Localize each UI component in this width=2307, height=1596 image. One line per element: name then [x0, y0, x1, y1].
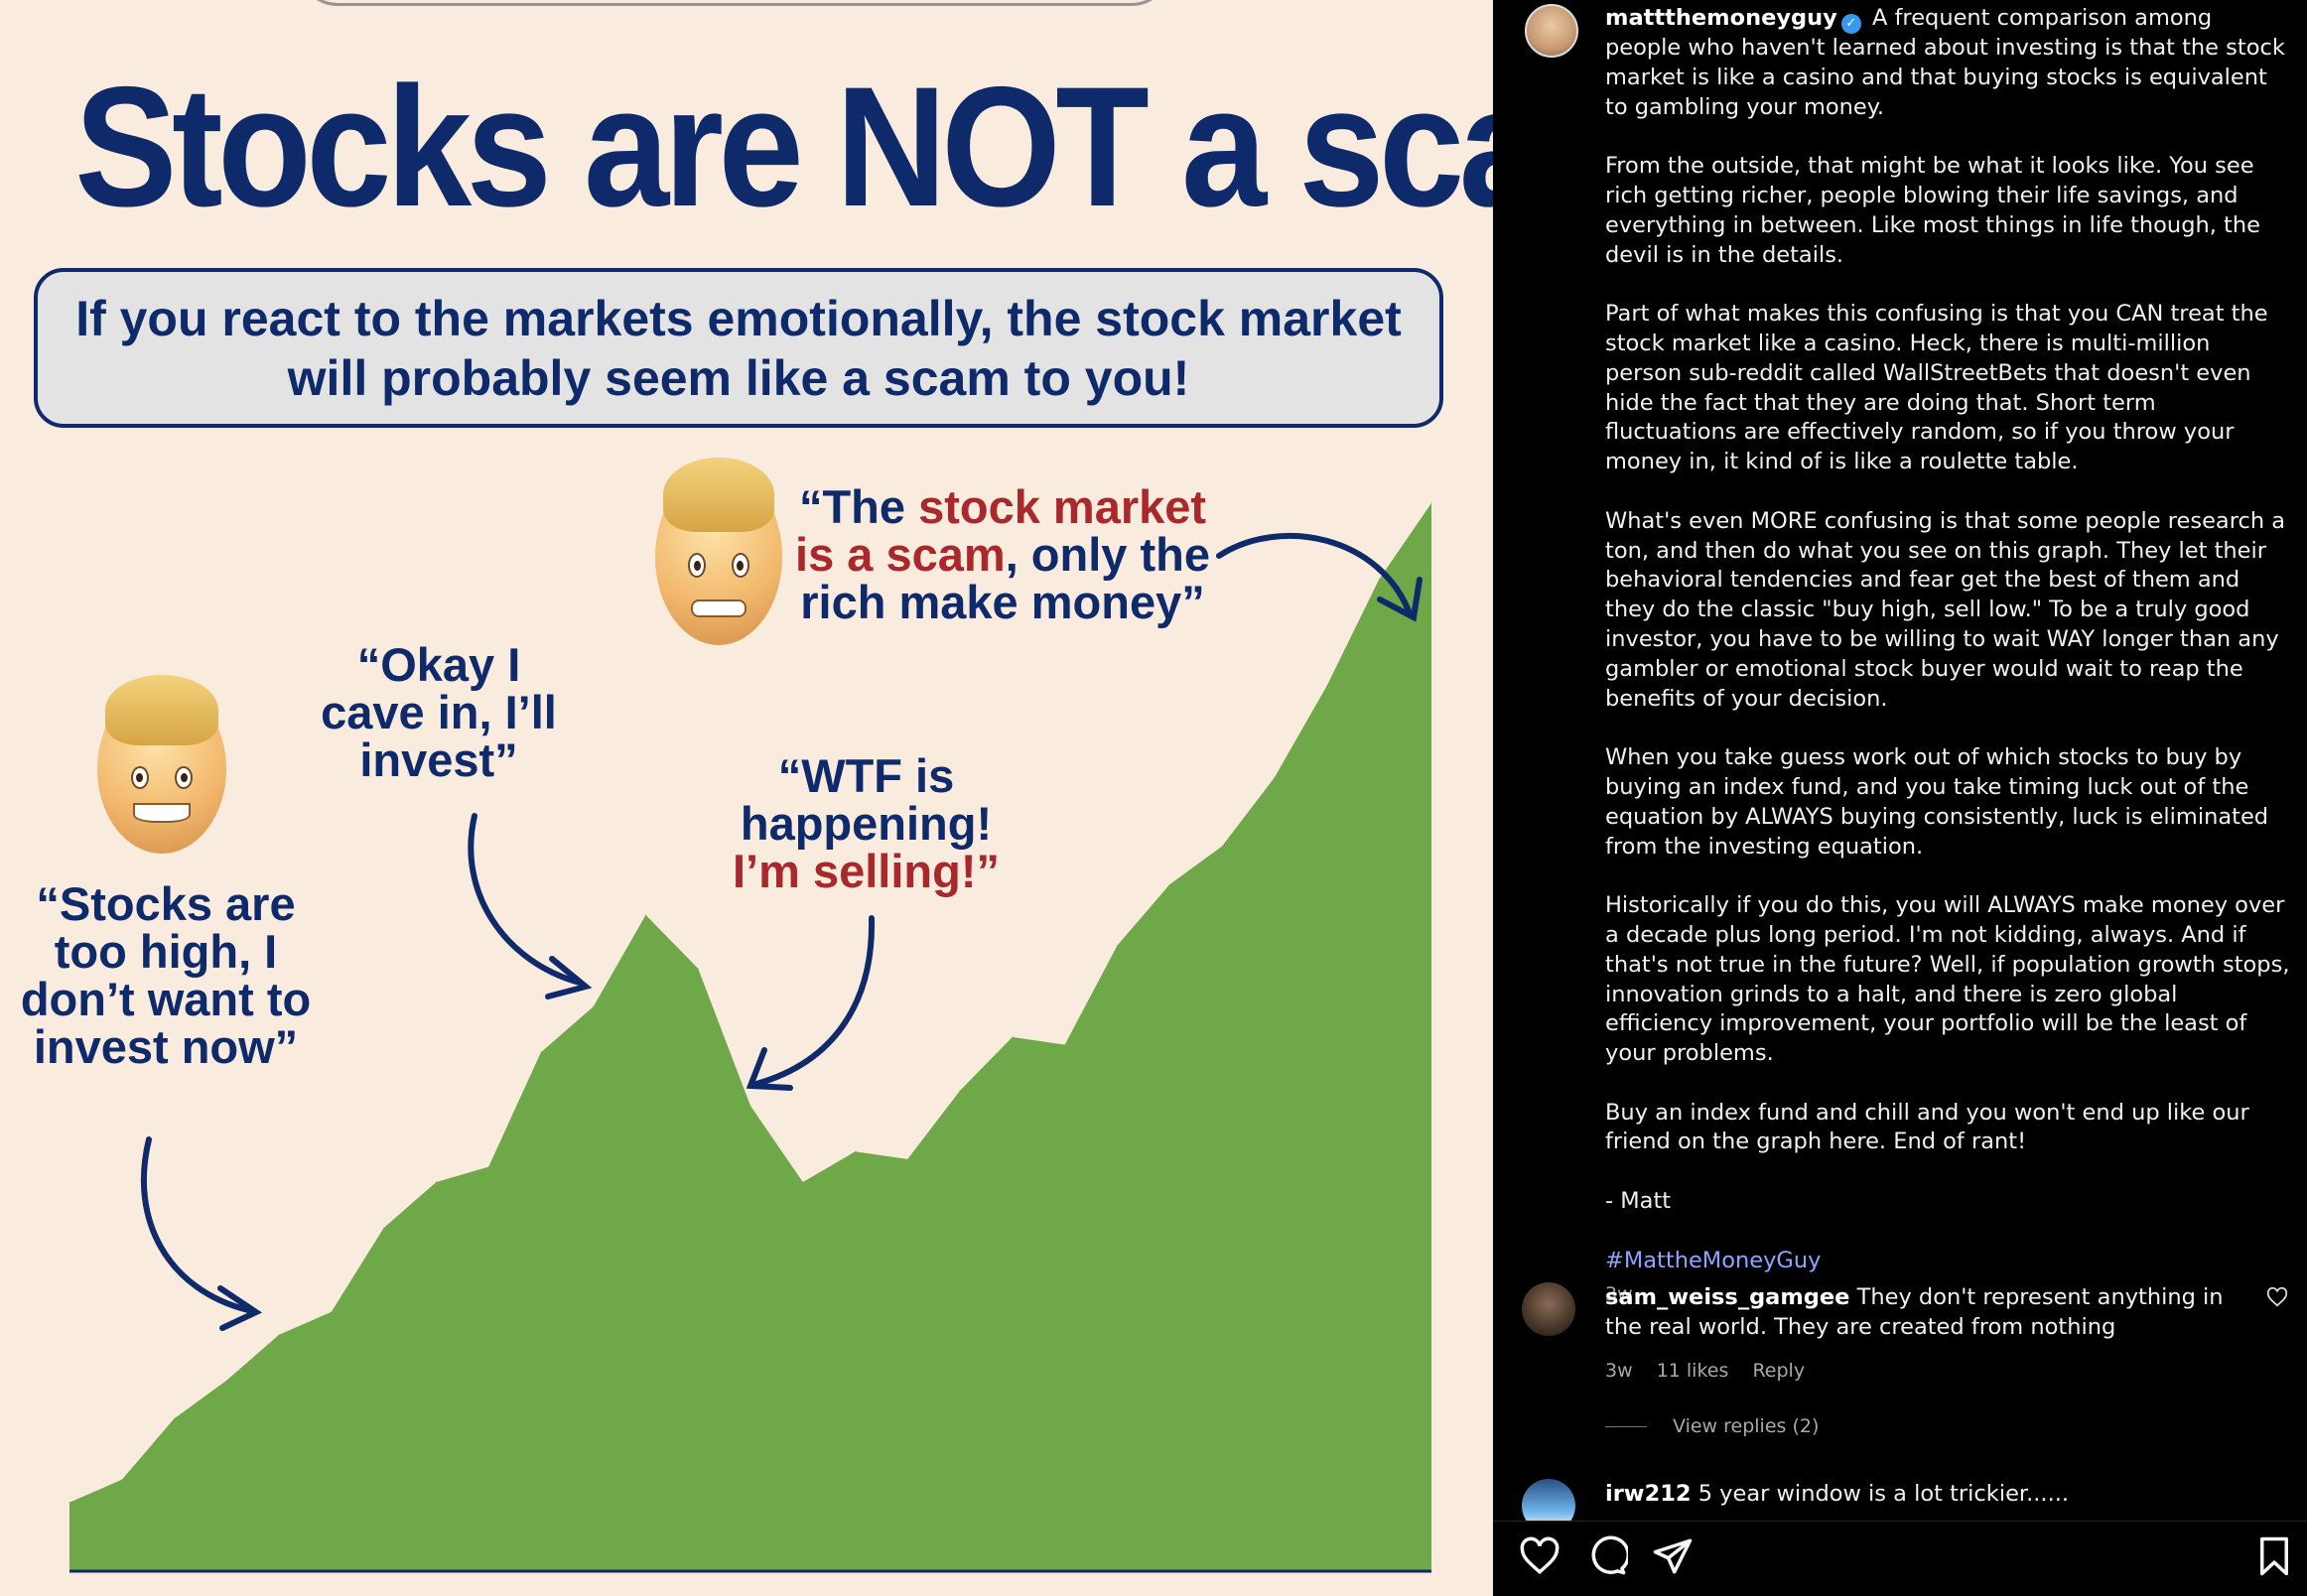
- chart-point: [487, 1166, 489, 1168]
- grimacing-man-emoji: [655, 458, 782, 645]
- chart-point: [645, 914, 646, 916]
- chart-point: [68, 1502, 70, 1504]
- chart-point: [540, 1051, 542, 1053]
- bookmark-icon[interactable]: [2253, 1535, 2295, 1577]
- chart-point: [383, 1227, 385, 1229]
- chart-point: [1221, 846, 1223, 848]
- caption-paragraph: - Matt: [1605, 1188, 1672, 1215]
- chart-point: [225, 1380, 227, 1382]
- comment-time[interactable]: 3w: [1605, 1360, 1633, 1382]
- chart-point: [1274, 777, 1276, 779]
- arrow-2: [468, 813, 583, 986]
- view-replies-button[interactable]: View replies (2): [1605, 1415, 1819, 1437]
- caption-paragraph: Part of what makes this confusing is tha…: [1605, 301, 2268, 475]
- comment-reply-button[interactable]: Reply: [1752, 1360, 1805, 1382]
- arrow-3: [753, 915, 876, 1087]
- author-avatar[interactable]: [1525, 4, 1578, 58]
- comment-icon[interactable]: [1586, 1535, 1628, 1577]
- commenter-avatar[interactable]: [1522, 1282, 1575, 1336]
- comment-like-heart-icon[interactable]: [2266, 1286, 2288, 1308]
- chart-point: [802, 1181, 804, 1183]
- post-action-bar: [1493, 1521, 2307, 1596]
- arrow-1: [140, 1136, 251, 1313]
- caption-text: mattthemoneyguy ✓ A frequent comparison a…: [1605, 4, 2290, 1310]
- chart-point: [855, 1150, 856, 1152]
- chart-point: [749, 1105, 751, 1107]
- chart-point: [906, 1158, 908, 1160]
- comment-text: 5 year window is a lot trickier......: [1697, 1481, 2070, 1507]
- quote-too-high: “Stocks are too high, I don’t want to in…: [20, 877, 312, 1073]
- view-replies-label: View replies (2): [1673, 1415, 1820, 1437]
- quote-scam: “The stock market is a scam, only the ri…: [784, 483, 1221, 626]
- caption-paragraph: Historically if you do this, you will AL…: [1605, 892, 2290, 1067]
- post-image: Stocks are NOT a scam If you react to th…: [0, 0, 1493, 1596]
- chart-point: [697, 968, 699, 970]
- share-icon[interactable]: [1652, 1535, 1694, 1577]
- chart-point: [1168, 883, 1170, 885]
- quote-cave-in: “Okay I cave in, I’ll invest”: [321, 638, 557, 786]
- smiling-man-emoji: [97, 674, 226, 854]
- chart-point: [1012, 1036, 1014, 1038]
- commenter-username[interactable]: irw212: [1605, 1481, 1692, 1507]
- chart-point: [174, 1417, 175, 1419]
- chart-point: [1430, 502, 1432, 504]
- chart-point: [593, 1005, 595, 1007]
- caption-paragraph: From the outside, that might be what it …: [1605, 153, 2260, 268]
- instagram-post-view: Stocks are NOT a scam If you react to th…: [0, 0, 2307, 1596]
- hashtag-link[interactable]: #MattheMoneyGuy: [1605, 1247, 2290, 1276]
- caption-paragraph: What's even MORE confusing is that some …: [1605, 507, 2286, 712]
- commenter-username[interactable]: sam_weiss_gamgee: [1605, 1284, 1849, 1310]
- post-sidebar: mattthemoneyguy ✓ A frequent comparison a…: [1493, 0, 2307, 1596]
- chart-point: [121, 1479, 123, 1481]
- author-username[interactable]: mattthemoneyguy: [1605, 5, 1837, 31]
- view-replies-divider: [1605, 1425, 1647, 1427]
- quote-wtf: “WTF is happening! I’m selling!”: [710, 752, 1022, 895]
- caption-paragraph: When you take guess work out of which st…: [1605, 744, 2269, 860]
- comment-body: irw212 5 year window is a lot trickier..…: [1605, 1479, 2250, 1509]
- comment-body: sam_weiss_gamgee They don't represent an…: [1605, 1282, 2250, 1342]
- chart-point: [959, 1090, 961, 1092]
- chart-point: [278, 1334, 280, 1336]
- chart-point: [435, 1181, 437, 1183]
- comment-likes[interactable]: 11 likes: [1657, 1360, 1729, 1382]
- chart-point: [331, 1311, 333, 1313]
- chart-point: [1326, 685, 1327, 687]
- chart-point: [1064, 1044, 1066, 1046]
- quote-wtf-part1: “WTF is happening!: [740, 749, 993, 850]
- heart-icon[interactable]: [1519, 1535, 1561, 1577]
- caption-paragraph: Buy an index fund and chill and you won'…: [1605, 1099, 2249, 1155]
- verified-badge-icon: ✓: [1840, 14, 1861, 34]
- chart-point: [1378, 579, 1380, 581]
- quote-wtf-part2: I’m selling!”: [733, 844, 1000, 897]
- chart-point: [1116, 945, 1118, 947]
- quote-scam-a: “The: [798, 480, 919, 533]
- comment-actions: 3w 11 likes Reply: [1605, 1360, 1823, 1382]
